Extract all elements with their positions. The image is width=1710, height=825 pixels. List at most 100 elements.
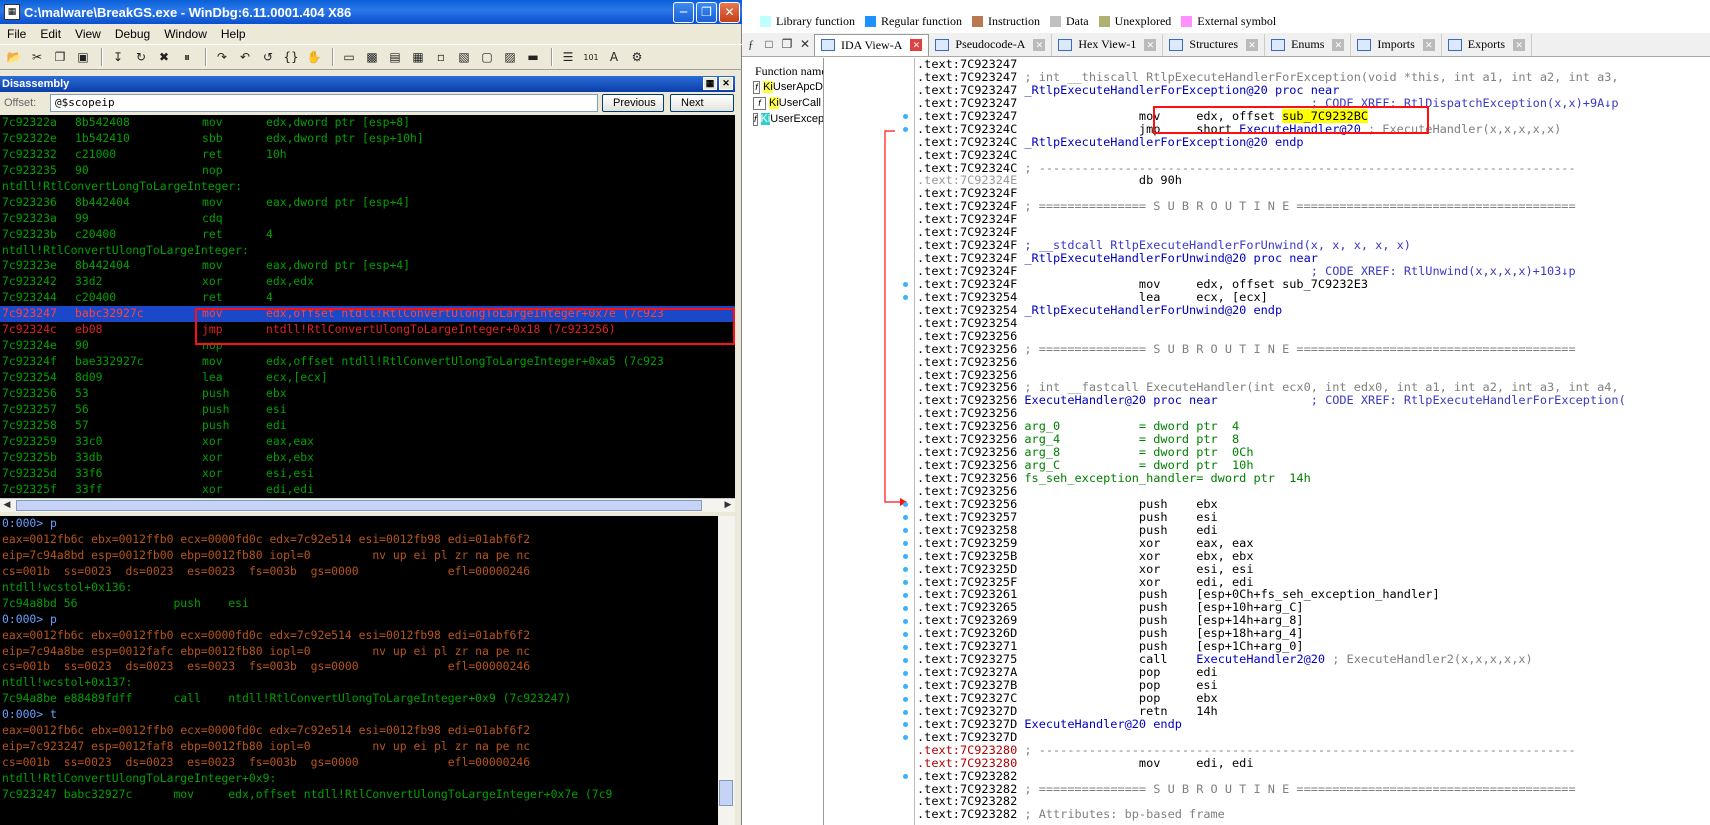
next-button[interactable]: Next [670, 94, 734, 112]
disasm-line[interactable]: 7c92323b c20400 ret 4 [0, 227, 735, 243]
copy-icon[interactable]: ❐ [50, 48, 70, 66]
step-over-icon[interactable]: ↶ [235, 48, 255, 66]
listing-line[interactable]: .text:7C92324E db 90h [915, 174, 1710, 187]
disasm-line[interactable]: 7c92322a 8b542408 mov edx,dword ptr [esp+8] [0, 115, 735, 131]
disasm-line[interactable]: 7c923258 57 push edi [0, 418, 735, 434]
watch-window-icon[interactable]: ▩ [362, 48, 382, 66]
maximize-pane-icon[interactable]: □ [760, 37, 778, 52]
disasm-line[interactable]: 7c92325d 33f6 xor esi,esi [0, 466, 735, 482]
registers-window-icon[interactable]: ▦ [408, 48, 428, 66]
locals-window-icon[interactable]: ▤ [385, 48, 405, 66]
breakpoint-dot[interactable] [903, 683, 908, 689]
restore-pane-icon[interactable]: ❐ [778, 37, 796, 52]
disasm-line[interactable]: 7c923236 8b442404 mov eax,dword ptr [esp+4] [0, 195, 735, 211]
tab-hex-view-1[interactable]: Hex View-1 ✕ [1052, 33, 1164, 56]
breakpoint-dot[interactable] [903, 709, 908, 715]
tab-close-icon[interactable]: ✕ [1513, 38, 1526, 51]
disasm-line[interactable]: 7c923232 c21000 ret 10h [0, 147, 735, 163]
breakpoint-dot[interactable] [903, 696, 908, 702]
go-icon[interactable]: ↧ [108, 48, 128, 66]
restart-icon[interactable]: ↻ [131, 48, 151, 66]
listing-line[interactable]: .text:7C92324F ; =============== S U B R… [915, 200, 1710, 213]
close-pane-icon[interactable]: ✕ [796, 37, 814, 52]
previous-button[interactable]: Previous [602, 94, 664, 112]
tab-imports[interactable]: Imports ✕ [1351, 33, 1442, 56]
listing-line[interactable]: .text:7C923282 ; Attributes: bp-based fr… [915, 808, 1710, 821]
paste-icon[interactable]: ▣ [73, 48, 93, 66]
tab-close-icon[interactable]: ✕ [1144, 38, 1157, 51]
tab-close-icon[interactable]: ✕ [1422, 38, 1435, 51]
disasm-line[interactable]: 7c92322e 1b542410 sbb edx,dword ptr [esp+10… [0, 131, 735, 147]
scroll-right-icon[interactable]: ▶ [721, 499, 735, 512]
tab-close-icon[interactable]: ✕ [1033, 38, 1046, 51]
menu-item-debug[interactable]: Debug [108, 27, 157, 41]
disassembly-view[interactable]: 7c92322a 8b542408 mov edx,dword ptr [esp+8]… [0, 115, 735, 498]
disassembly-window-icon[interactable]: ▢ [477, 48, 497, 66]
disasm-line[interactable]: 7c923242 33d2 xor edx,edx [0, 274, 735, 290]
disasm-line[interactable]: 7c92323a 99 cdq [0, 211, 735, 227]
listing-line[interactable]: .text:7C92324C _RtlpExecuteHandlerForExc… [915, 135, 1710, 149]
hand-icon[interactable]: ✋ [304, 48, 324, 66]
font-icon[interactable]: A [604, 48, 624, 66]
disasm-line[interactable]: 7c92325b 33db xor ebx,ebx [0, 450, 735, 466]
disasm-line[interactable]: 7c923247 babc32927c mov edx,offset ntdll!Rt… [0, 306, 735, 323]
listing-line[interactable]: .text:7C923282 ; =============== S U B R… [915, 782, 1710, 796]
listing-line[interactable]: .text:7C92324F [915, 213, 1710, 226]
cut-icon[interactable]: ✂ [27, 48, 47, 66]
breakpoint-dot[interactable] [903, 631, 908, 637]
memory-window-icon[interactable]: ▫ [431, 48, 451, 66]
break-icon[interactable]: ⏸ [177, 48, 197, 66]
disasm-line[interactable]: 7c923254 8d09 lea ecx,[ecx] [0, 370, 735, 386]
disasm-line[interactable]: 7c92324f bae332927c mov edx,offset ntdll!Rt… [0, 354, 735, 370]
breakpoint-dot[interactable] [903, 657, 908, 663]
breakpoint-dot[interactable] [903, 113, 908, 119]
function-list-item[interactable]: f Ki UserExcep [742, 111, 823, 127]
open-icon[interactable]: 📂 [4, 48, 24, 66]
function-window-icon[interactable]: ƒ [742, 37, 760, 52]
options-icon[interactable]: ⚙ [627, 48, 647, 66]
pane-options-button[interactable]: ▦ [703, 77, 717, 90]
tab-exports[interactable]: Exports ✕ [1442, 33, 1533, 56]
source-mode-icon[interactable]: ☰ [558, 48, 578, 66]
menu-item-window[interactable]: Window [157, 27, 214, 41]
listing-line[interactable]: .text:7C923256 fs_seh_exception_handler=… [915, 472, 1710, 485]
offset-input[interactable]: @$scopeip [50, 94, 598, 112]
breakpoint-dot[interactable] [903, 618, 908, 624]
windbg-titlebar[interactable]: ▦ C:\malware\BreakGS.exe - WinDbg:6.11.0… [0, 0, 742, 24]
processes-threads-icon[interactable]: ▬ [523, 48, 543, 66]
listing-line[interactable]: .text:7C923280 mov edi, edi [915, 756, 1710, 770]
callstack-window-icon[interactable]: ▧ [454, 48, 474, 66]
close-button[interactable]: ✕ [719, 1, 740, 23]
disasm-line[interactable]: 7c923256 53 push ebx [0, 386, 735, 402]
restore-button[interactable]: ❐ [696, 1, 717, 23]
breakpoint-dot[interactable] [903, 670, 908, 676]
disassembly-pane-title[interactable]: Disassembly ▦ ✕ [0, 76, 735, 92]
disasm-line[interactable]: 7c923235 90 nop [0, 163, 735, 179]
scratchpad-icon[interactable]: ▨ [500, 48, 520, 66]
listing-line[interactable]: .text:7C923254 [915, 316, 1710, 330]
scroll-thumb[interactable] [719, 780, 733, 806]
listing-line[interactable]: .text:7C923256 [915, 355, 1710, 369]
tab-close-icon[interactable]: ✕ [1332, 38, 1345, 51]
menu-item-view[interactable]: View [68, 27, 108, 41]
breakpoint-dot[interactable] [903, 592, 908, 598]
tab-structures[interactable]: Structures ✕ [1163, 33, 1266, 56]
hex-mode-icon[interactable]: 101 [581, 48, 601, 66]
scroll-thumb[interactable] [16, 500, 702, 511]
disassembly-hscrollbar[interactable]: ◀ ▶ [0, 498, 735, 512]
disasm-line[interactable]: 7c923257 56 push esi [0, 402, 735, 418]
breakpoint-dot[interactable] [903, 644, 908, 650]
menu-item-file[interactable]: File [0, 27, 33, 41]
pane-close-button[interactable]: ✕ [719, 77, 733, 90]
tab-ida-view-a[interactable]: IDA View-A ✕ [814, 33, 930, 56]
command-vscrollbar[interactable] [718, 516, 735, 825]
tab-enums[interactable]: Enums ✕ [1265, 33, 1352, 56]
breakpoint-dot[interactable] [903, 605, 908, 611]
disasm-label[interactable]: ntdll!RtlConvertUlongToLargeInteger: [0, 243, 735, 259]
command-output[interactable]: 0:000> p eax=0012fb6c ebx=0012ffb0 ecx=00… [0, 516, 718, 825]
listing-line[interactable]: .text:7C923256 ExecuteHandler@20 proc ne… [915, 394, 1710, 407]
command-window-icon[interactable]: ▭ [339, 48, 359, 66]
disasm-line[interactable]: 7c92324c eb08 jmp ntdll!RtlConvertUlongToLa… [0, 322, 735, 338]
disasm-line[interactable]: 7c92323e 8b442404 mov eax,dword ptr [esp+4] [0, 258, 735, 274]
disasm-line[interactable]: 7c92324e 90 nop [0, 338, 735, 354]
